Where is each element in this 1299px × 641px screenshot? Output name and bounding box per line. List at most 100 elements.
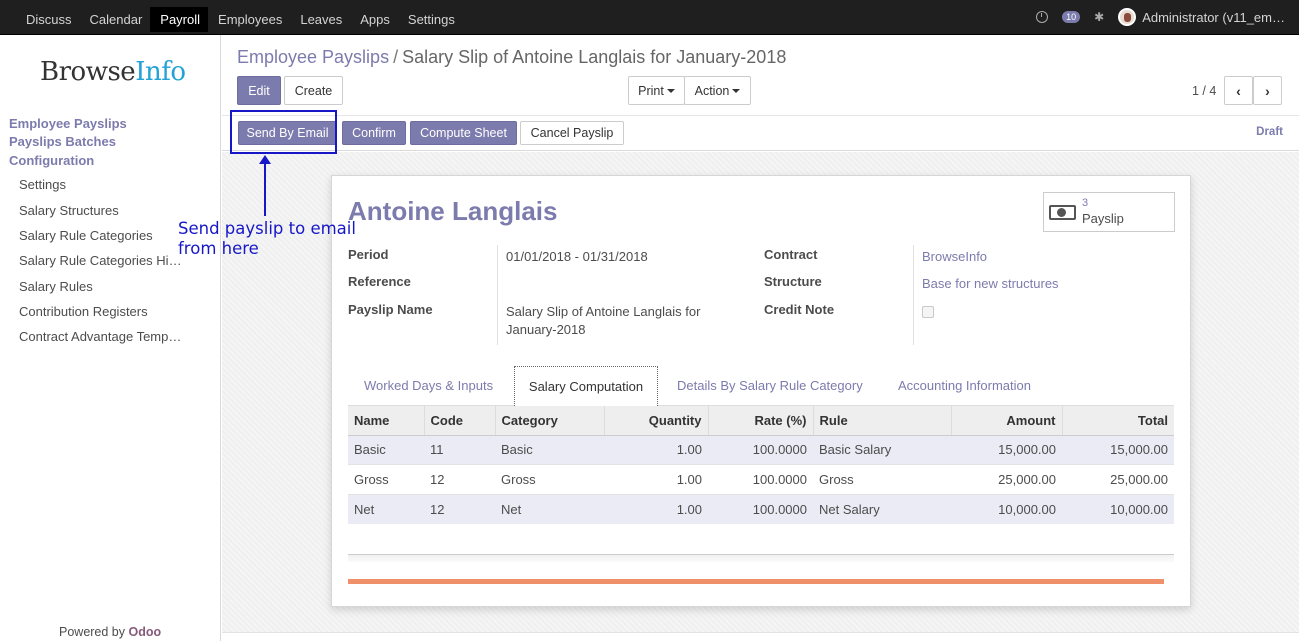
col-amount[interactable]: Amount	[951, 406, 1063, 436]
cell-category: Gross	[495, 464, 604, 494]
menu-calendar[interactable]: Calendar	[80, 7, 151, 32]
cell-rule: Basic Salary	[813, 434, 951, 465]
breadcrumb-current: Salary Slip of Antoine Langlais for Janu…	[402, 47, 787, 67]
user-name: Administrator (v11_em…	[1142, 9, 1285, 25]
payslip-stat-button[interactable]: 3 Payslip	[1043, 192, 1175, 232]
cell-rule: Gross	[813, 464, 951, 494]
odoo-link[interactable]: Odoo	[129, 625, 162, 639]
annotation-highlight-box	[230, 110, 337, 154]
breadcrumb-separator: /	[393, 47, 399, 67]
sidebar-item-employee-payslips[interactable]: Employee Payslips	[9, 116, 127, 131]
pager-previous-button[interactable]: ‹	[1224, 76, 1253, 105]
payslip-name-line2[interactable]: January-2018	[506, 322, 586, 337]
credit-note-label: Credit Note	[764, 302, 835, 317]
sidebar-item-salary-rules[interactable]: Salary Rules	[19, 279, 209, 294]
cell-name: Gross	[348, 464, 424, 494]
table-header-row: Name Code Category Quantity Rate (%) Rul…	[348, 406, 1174, 436]
col-total[interactable]: Total	[1062, 406, 1174, 436]
table-row[interactable]: Net 12 Net 1.00 100.0000 Net Salary 10,0…	[348, 493, 1174, 524]
sidebar-item-contribution-registers[interactable]: Contribution Registers	[19, 304, 209, 319]
action-dropdown[interactable]: Action	[684, 76, 751, 105]
tab-worked-days[interactable]: Worked Days & Inputs	[364, 378, 493, 393]
sidebar-item-salary-rule-categories-hierarchy[interactable]: Salary Rule Categories Hi…	[19, 253, 182, 268]
pager-next-button[interactable]: ›	[1253, 76, 1282, 105]
sidebar-item-salary-structures[interactable]: Salary Structures	[19, 203, 209, 218]
compute-sheet-button[interactable]: Compute Sheet	[410, 121, 517, 145]
annotation-arrow-line	[264, 160, 266, 216]
chevron-right-icon: ›	[1265, 82, 1270, 99]
menu-settings[interactable]: Settings	[398, 7, 463, 32]
tab-details-by-category[interactable]: Details By Salary Rule Category	[677, 378, 863, 393]
cell-amount: 15,000.00	[951, 434, 1062, 465]
table-row[interactable]: Gross 12 Gross 1.00 100.0000 Gross 25,00…	[348, 464, 1174, 494]
col-quantity[interactable]: Quantity	[604, 406, 709, 436]
edit-button[interactable]: Edit	[237, 76, 281, 105]
chatter-divider	[348, 579, 1164, 584]
tab-salary-computation[interactable]: Salary Computation	[514, 366, 658, 406]
table-row[interactable]: Basic 11 Basic 1.00 100.0000 Basic Salar…	[348, 434, 1174, 465]
pager-value: 1 / 4	[1192, 84, 1217, 98]
money-icon	[1049, 205, 1076, 220]
menu-discuss[interactable]: Discuss	[16, 7, 80, 32]
bottom-strip	[222, 632, 1299, 641]
col-code[interactable]: Code	[424, 406, 496, 436]
breadcrumb-parent[interactable]: Employee Payslips	[237, 47, 389, 67]
cancel-payslip-button[interactable]: Cancel Payslip	[520, 121, 624, 145]
payslip-name-line1[interactable]: Salary Slip of Antoine Langlais for	[506, 304, 700, 319]
menu-payroll[interactable]: Payroll	[150, 7, 209, 32]
debug-bug-icon[interactable]: ✱	[1094, 10, 1104, 24]
create-button[interactable]: Create	[284, 76, 343, 105]
payslip-stat-label: Payslip	[1082, 211, 1124, 226]
table-footer	[348, 554, 1174, 562]
user-menu[interactable]: Administrator (v11_em…	[1118, 8, 1285, 26]
cell-quantity: 1.00	[604, 434, 708, 465]
menu-apps[interactable]: Apps	[350, 7, 398, 32]
annotation-arrow-icon	[259, 155, 271, 164]
cell-amount: 25,000.00	[951, 464, 1062, 494]
cell-total: 25,000.00	[1062, 464, 1174, 494]
company-logo: BrowseInfo	[40, 57, 186, 87]
field-divider	[497, 245, 498, 345]
cell-amount: 10,000.00	[951, 493, 1062, 524]
activity-clock-icon[interactable]	[1036, 11, 1049, 23]
menu-leaves[interactable]: Leaves	[290, 7, 350, 32]
confirm-button[interactable]: Confirm	[342, 121, 406, 145]
main-menu: Discuss Calendar Payroll Employees Leave…	[16, 7, 463, 32]
powered-by: Powered by Odoo	[59, 625, 161, 639]
annotation-text: Send payslip to email from here	[178, 219, 356, 258]
logo-browse: Browse	[40, 57, 136, 87]
cell-code: 12	[424, 464, 495, 494]
cell-code: 12	[424, 493, 495, 524]
col-rate[interactable]: Rate (%)	[708, 406, 814, 436]
col-name[interactable]: Name	[348, 406, 425, 436]
salary-lines-table: Name Code Category Quantity Rate (%) Rul…	[348, 406, 1174, 524]
menu-employees[interactable]: Employees	[208, 7, 290, 32]
cell-rate: 100.0000	[708, 434, 813, 465]
structure-link[interactable]: Base for new structures	[922, 276, 1059, 291]
tab-accounting-information[interactable]: Accounting Information	[898, 378, 1031, 393]
status-badge[interactable]: Draft	[1256, 126, 1283, 138]
cell-total: 15,000.00	[1062, 434, 1174, 465]
contract-link[interactable]: BrowseInfo	[922, 249, 987, 264]
logo-info: Info	[135, 57, 186, 87]
caret-down-icon	[666, 88, 675, 93]
sidebar-item-settings[interactable]: Settings	[19, 177, 209, 192]
cell-name: Net	[348, 493, 424, 524]
top-navbar: Discuss Calendar Payroll Employees Leave…	[0, 0, 1299, 35]
sidebar-item-payslips-batches[interactable]: Payslips Batches	[9, 134, 116, 149]
sidebar-item-contract-advantage-templates[interactable]: Contract Advantage Temp…	[19, 329, 185, 344]
credit-note-checkbox[interactable]	[922, 306, 934, 318]
messages-badge[interactable]: 10	[1062, 11, 1081, 23]
chevron-left-icon: ‹	[1236, 82, 1241, 99]
field-divider	[913, 245, 914, 345]
col-rule[interactable]: Rule	[813, 406, 952, 436]
cell-rule: Net Salary	[813, 493, 951, 524]
print-dropdown[interactable]: Print	[628, 76, 685, 105]
breadcrumb: Employee Payslips / Salary Slip of Antoine…	[237, 47, 786, 68]
sidebar-item-configuration[interactable]: Configuration	[9, 153, 94, 168]
cell-code: 11	[424, 434, 495, 465]
cell-total: 10,000.00	[1062, 493, 1174, 524]
col-category[interactable]: Category	[495, 406, 605, 436]
employee-name: Antoine Langlais	[348, 196, 558, 226]
period-value[interactable]: 01/01/2018 - 01/31/2018	[506, 249, 648, 264]
